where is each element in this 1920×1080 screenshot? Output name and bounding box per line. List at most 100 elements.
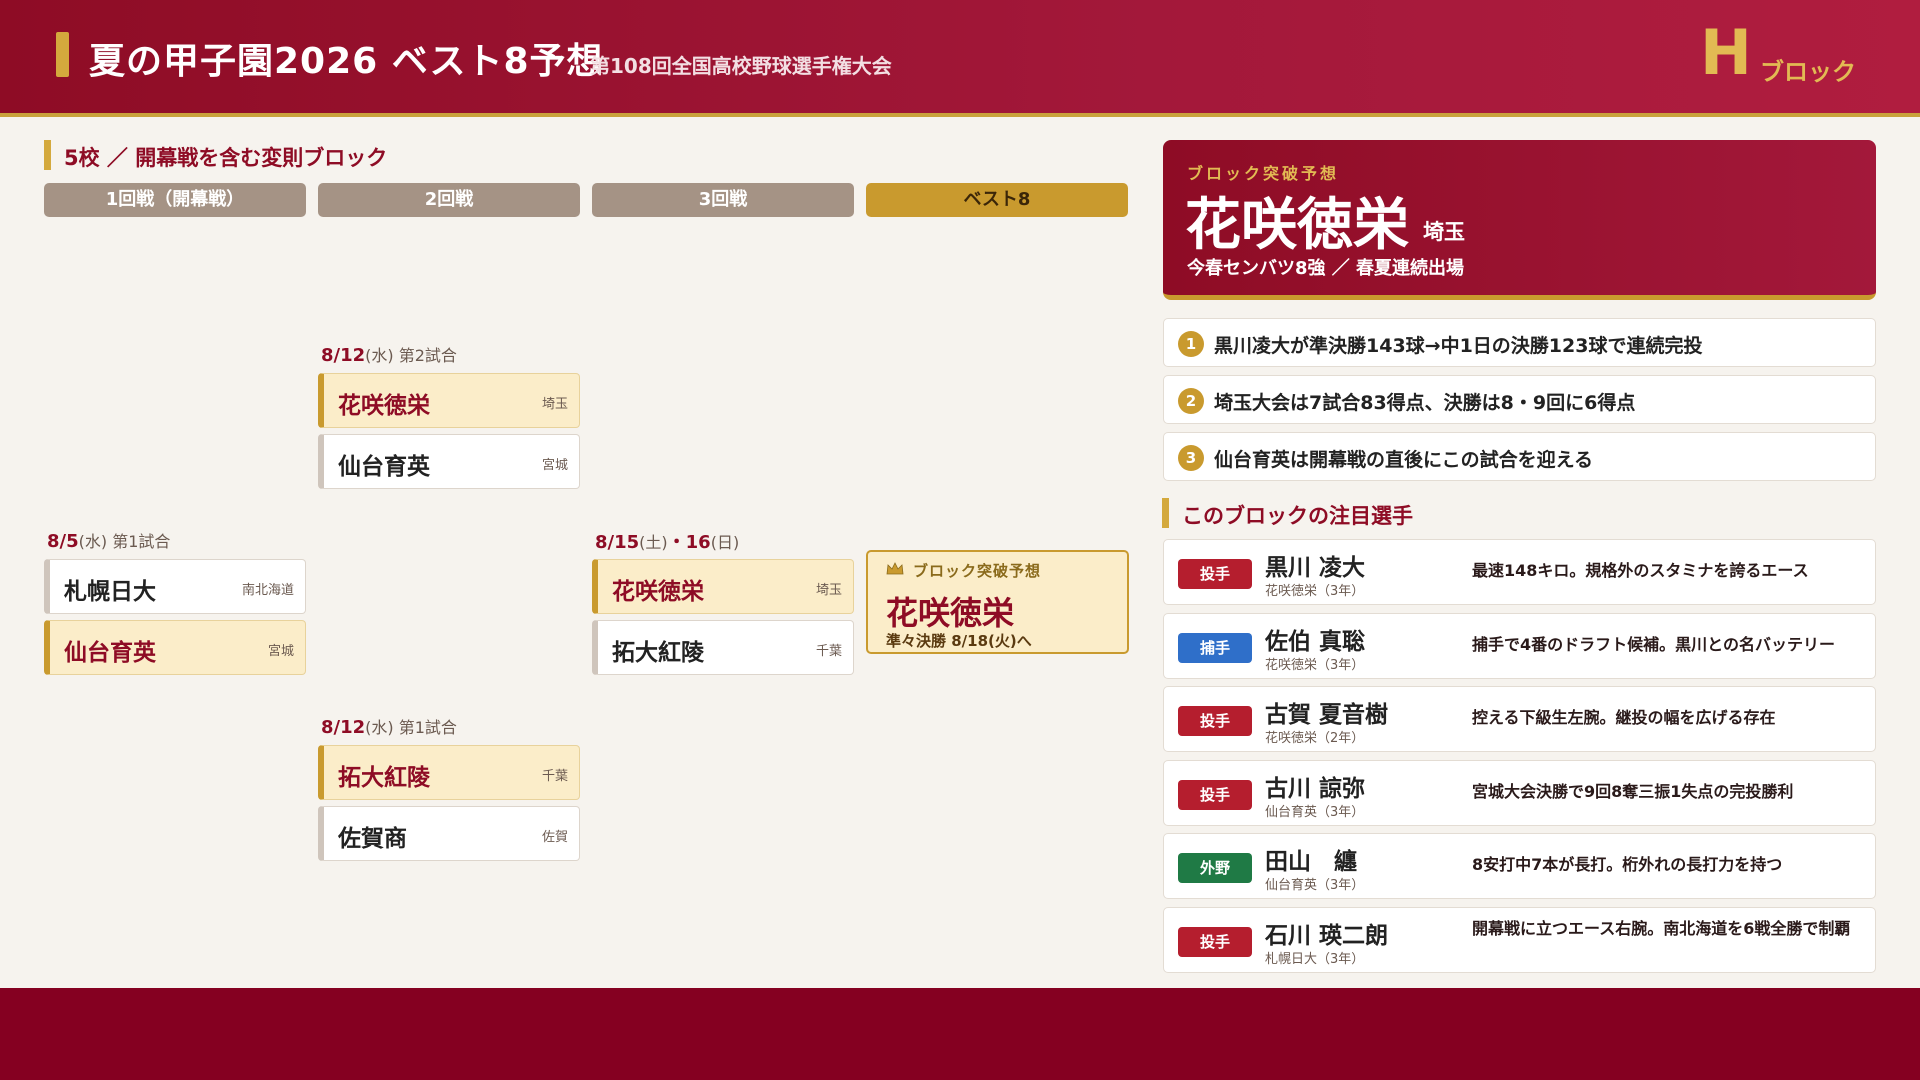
round-header-best8: ベスト8 [866, 183, 1128, 217]
match-meta-r2a: 8/12(水) 第2試合 [321, 342, 457, 366]
player-name: 黒川 凌大 [1265, 555, 1366, 581]
team-card[interactable]: 札幌日大 南北海道 [44, 559, 306, 614]
team-name: 仙台育英 [338, 454, 430, 480]
match-day: (水) [365, 346, 394, 365]
position-badge: 投手 [1178, 780, 1252, 810]
key-point: 1 黒川凌大が準決勝143球→中1日の決勝123球で連続完投 [1163, 318, 1876, 367]
position-badge: 投手 [1178, 706, 1252, 736]
player-name: 石川 瑛二朗 [1265, 923, 1389, 949]
team-prefecture: 宮城 [541, 458, 568, 473]
team-name: 佐賀商 [338, 826, 407, 852]
match-date: 8/15 [595, 532, 640, 553]
header-bar: 夏の甲子園2026 ベスト8予想 第108回全国高校野球選手権大会 H ブロック [0, 0, 1920, 113]
player-card[interactable]: 捕手 佐伯 真聡 花咲徳栄（3年） 捕手で4番のドラフト候補。黒川との名バッテリ… [1163, 613, 1876, 679]
match-date: 8/12 [321, 345, 366, 366]
match-meta-r2b: 8/12(水) 第1試合 [321, 714, 457, 738]
team-card[interactable]: 仙台育英 宮城 [44, 620, 306, 675]
team-name: 札幌日大 [64, 579, 156, 605]
key-point: 2 埼玉大会は7試合83得点、決勝は8・9回に6得点 [1163, 375, 1876, 424]
team-name: 花咲徳栄 [338, 393, 430, 419]
position-badge: 投手 [1178, 559, 1252, 589]
player-description: 捕手で4番のドラフト候補。黒川との名バッテリー [1472, 635, 1835, 654]
match-date: 8/12 [321, 717, 366, 738]
team-card[interactable]: 拓大紅陵 千葉 [592, 620, 854, 675]
player-description: 宮城大会決勝で9回8奪三振1失点の完投勝利 [1472, 782, 1794, 801]
player-card[interactable]: 投手 黒川 凌大 花咲徳栄（3年） 最速148キロ。規格外のスタミナを誇るエース [1163, 539, 1876, 605]
team-name: 拓大紅陵 [612, 640, 704, 666]
match-slot: 第1試合 [112, 532, 171, 551]
crown-icon [886, 562, 904, 575]
team-name: 拓大紅陵 [338, 765, 430, 791]
header-divider [0, 113, 1920, 117]
match-day: (水) [78, 532, 108, 551]
point-number: 1 [1178, 331, 1204, 357]
player-school: 花咲徳栄（3年） [1265, 584, 1365, 599]
key-point: 3 仙台育英は開幕戦の直後にこの試合を迎える [1163, 432, 1876, 481]
team-prefecture: 埼玉 [541, 397, 568, 412]
point-number: 2 [1178, 388, 1204, 414]
match-meta-r3: 8/15(土)・16(日) [595, 528, 739, 554]
player-school: 花咲徳栄（3年） [1265, 658, 1365, 673]
team-card[interactable]: 花咲徳栄 埼玉 [592, 559, 854, 614]
bracket-section-title: 5校 ／ 開幕戦を含む変則ブロック [43, 140, 387, 172]
team-name: 仙台育英 [64, 640, 156, 666]
player-school: 札幌日大（3年） [1265, 952, 1365, 967]
player-name: 古賀 夏音樹 [1265, 702, 1389, 728]
page-subtitle: 第108回全国高校野球選手権大会 [590, 54, 892, 78]
round-header-3: 3回戦 [592, 183, 854, 217]
prediction-prefecture: 埼玉 [1423, 220, 1465, 244]
point-text: 仙台育英は開幕戦の直後にこの試合を迎える [1214, 449, 1594, 471]
block-letter: H [1700, 16, 1752, 89]
match-date: 8/5 [47, 531, 79, 552]
player-card[interactable]: 投手 古川 諒弥 仙台育英（3年） 宮城大会決勝で9回8奪三振1失点の完投勝利 [1163, 760, 1876, 826]
footer-bar [0, 988, 1920, 1080]
prediction-school: 花咲徳栄 [1185, 193, 1409, 258]
team-card[interactable]: 仙台育英 宮城 [318, 434, 580, 489]
player-card[interactable]: 外野 田山 纏 仙台育英（3年） 8安打中7本が長打。桁外れの長打力を持つ [1163, 833, 1876, 899]
match-meta-r1: 8/5(水) 第1試合 [47, 528, 170, 552]
player-description: 8安打中7本が長打。桁外れの長打力を持つ [1472, 855, 1783, 874]
player-description: 控える下級生左腕。継投の幅を広げる存在 [1472, 708, 1776, 727]
player-school: 仙台育英（3年） [1265, 805, 1365, 820]
prediction-note: 今春センバツ8強 ／ 春夏連続出場 [1187, 258, 1465, 279]
position-badge: 外野 [1178, 853, 1252, 883]
round-header-2: 2回戦 [318, 183, 580, 217]
team-prefecture: 千葉 [541, 769, 568, 784]
position-badge: 捕手 [1178, 633, 1252, 663]
team-prefecture: 南北海道 [241, 583, 294, 598]
best8-school: 花咲徳栄 [886, 594, 1015, 632]
best8-card[interactable]: ブロック突破予想 花咲徳栄 準々決勝 8/18(火)へ [866, 550, 1129, 654]
player-card[interactable]: 投手 石川 瑛二朗 札幌日大（3年） 開幕戦に立つエース右腕。南北海道を6戦全勝… [1163, 907, 1876, 973]
match-day: (土) [639, 533, 668, 552]
match-slot: 第1試合 [398, 718, 457, 737]
team-prefecture: 佐賀 [541, 830, 568, 845]
player-name: 佐伯 真聡 [1265, 629, 1366, 655]
team-name: 花咲徳栄 [612, 579, 704, 605]
match-day-2: (日) [710, 533, 740, 552]
match-date-separator: ・ [667, 532, 686, 553]
position-badge: 投手 [1178, 927, 1252, 957]
player-description: 最速148キロ。規格外のスタミナを誇るエース [1472, 561, 1809, 580]
team-prefecture: 埼玉 [815, 583, 842, 598]
player-name: 古川 諒弥 [1265, 776, 1366, 802]
player-card[interactable]: 投手 古賀 夏音樹 花咲徳栄（2年） 控える下級生左腕。継投の幅を広げる存在 [1163, 686, 1876, 752]
point-number: 3 [1178, 445, 1204, 471]
team-prefecture: 宮城 [267, 644, 294, 659]
match-date-2: 16 [685, 532, 711, 553]
header-accent-bar [56, 32, 69, 77]
team-card[interactable]: 花咲徳栄 埼玉 [318, 373, 580, 428]
player-school: 花咲徳栄（2年） [1265, 731, 1365, 746]
player-description: 開幕戦に立つエース右腕。南北海道を6戦全勝で制覇 [1472, 919, 1851, 938]
point-text: 黒川凌大が準決勝143球→中1日の決勝123球で連続完投 [1214, 335, 1703, 357]
player-school: 仙台育英（3年） [1265, 878, 1365, 893]
round-header-1: 1回戦（開幕戦） [44, 183, 306, 217]
match-slot: 第2試合 [398, 346, 457, 365]
team-card[interactable]: 佐賀商 佐賀 [318, 806, 580, 861]
block-word: ブロック [1760, 58, 1856, 86]
best8-label: ブロック突破予想 [913, 562, 1042, 580]
players-section-title: このブロックの注目選手 [1162, 498, 1413, 530]
team-card[interactable]: 拓大紅陵 千葉 [318, 745, 580, 800]
player-name: 田山 纏 [1265, 849, 1357, 875]
point-text: 埼玉大会は7試合83得点、決勝は8・9回に6得点 [1214, 392, 1636, 414]
best8-next-match: 準々決勝 8/18(火)へ [886, 632, 1032, 650]
